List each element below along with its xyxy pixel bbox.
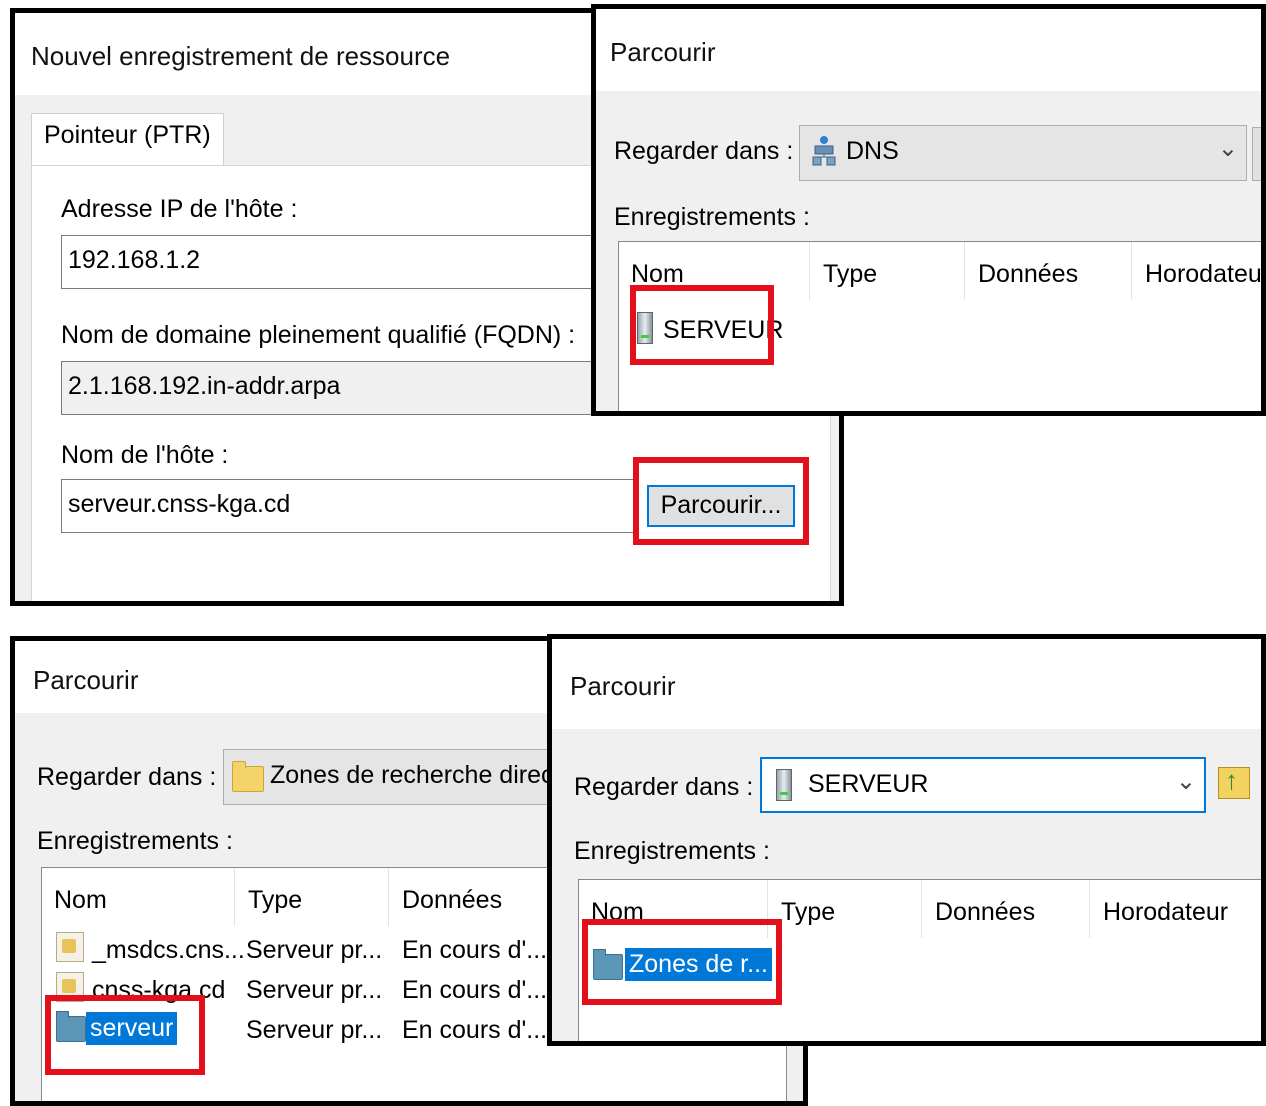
fqdn-value: 2.1.168.192.in-addr.arpa <box>68 372 341 400</box>
dns-icon <box>812 135 836 167</box>
highlight-zones-row <box>582 919 782 1005</box>
title-bar: Parcourir <box>596 9 1261 91</box>
browse-dialog-dns: Parcourir Regarder dans : DNS ⌄ Enregist… <box>591 4 1266 416</box>
column-header-horodateur[interactable]: Horodateur <box>1133 242 1261 300</box>
folder-icon <box>232 761 264 793</box>
row-data: En cours d'... <box>402 936 548 964</box>
toolbar-button-partial[interactable] <box>1252 127 1261 181</box>
server-icon <box>776 769 792 801</box>
records-label: Enregistrements : <box>37 827 233 855</box>
up-folder-icon <box>1218 765 1250 799</box>
column-header-horodateur[interactable]: Horodateur <box>1091 880 1251 938</box>
column-separator <box>921 880 922 938</box>
column-separator <box>388 868 389 926</box>
records-label: Enregistrements : <box>614 203 810 231</box>
column-header-type[interactable]: Type <box>236 868 386 926</box>
look-in-value: Zones de recherche directes <box>270 761 587 789</box>
fqdn-label: Nom de domaine pleinement qualifié (FQDN… <box>61 321 576 349</box>
row-type: Serveur pr... <box>246 1016 383 1044</box>
chevron-down-icon[interactable]: ⌄ <box>1176 767 1196 796</box>
dialog-title: Nouvel enregistrement de ressource <box>31 41 451 71</box>
look-in-dropdown[interactable]: SERVEUR ⌄ <box>760 757 1206 813</box>
column-separator <box>809 242 810 300</box>
column-separator <box>1131 242 1132 300</box>
row-data: En cours d'... <box>402 976 548 1004</box>
ip-label: Adresse IP de l'hôte : <box>61 195 298 223</box>
column-header-nom[interactable]: Nom <box>42 868 232 926</box>
column-header-donnees[interactable]: Données <box>923 880 1087 938</box>
dialog-title: Parcourir <box>33 665 139 695</box>
row-type: Serveur pr... <box>246 936 383 964</box>
highlight-serveur-row <box>45 995 205 1075</box>
zone-icon <box>56 932 84 962</box>
look-in-dropdown[interactable]: DNS ⌄ <box>799 125 1247 181</box>
row-data: En cours d'... <box>402 1016 548 1044</box>
ip-value: 192.168.1.2 <box>68 246 201 274</box>
look-in-label: Regarder dans : <box>574 773 754 801</box>
column-header-donnees[interactable]: Données <box>966 242 1130 300</box>
dialog-title: Parcourir <box>610 37 716 67</box>
tab-pointeur-ptr[interactable]: Pointeur (PTR) <box>31 113 224 167</box>
look-in-value: SERVEUR <box>808 770 929 798</box>
row-type: Serveur pr... <box>246 976 383 1004</box>
look-in-label: Regarder dans : <box>614 137 794 165</box>
title-bar: Parcourir <box>552 639 1261 729</box>
look-in-value: DNS <box>846 137 899 165</box>
browse-dialog-serveur: Parcourir Regarder dans : SERVEUR ⌄ Enre… <box>547 634 1266 1046</box>
column-separator <box>234 868 235 926</box>
highlight-browse-button <box>633 457 809 545</box>
highlight-serveur-row <box>630 285 774 365</box>
host-value: serveur.cnss-kga.cd <box>68 490 291 518</box>
chevron-down-icon[interactable]: ⌄ <box>1218 134 1238 163</box>
dialog-title: Parcourir <box>570 671 676 701</box>
column-separator <box>964 242 965 300</box>
column-header-type[interactable]: Type <box>811 242 963 300</box>
records-label: Enregistrements : <box>574 837 770 865</box>
look-in-label: Regarder dans : <box>37 763 217 791</box>
host-label: Nom de l'hôte : <box>61 441 229 469</box>
up-one-level-button[interactable] <box>1214 761 1258 809</box>
tab-label: Pointeur (PTR) <box>44 121 211 149</box>
row-name: _msdcs.cns... <box>92 936 245 964</box>
column-header-type[interactable]: Type <box>769 880 919 938</box>
column-separator <box>1089 880 1090 938</box>
host-name-input[interactable]: serveur.cnss-kga.cd <box>61 479 635 533</box>
column-header-donnees[interactable]: Données <box>390 868 540 926</box>
